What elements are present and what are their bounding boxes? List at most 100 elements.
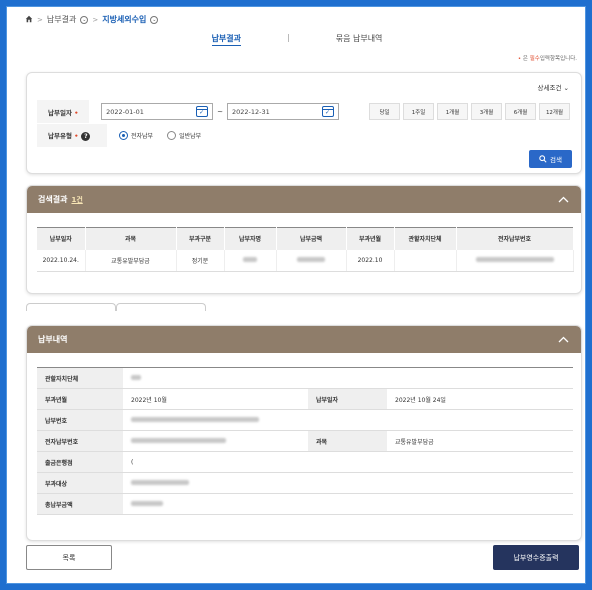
detail-row: 납부번호 [37,409,573,431]
subject-value: 교통유발부담금 [387,430,573,452]
hidden-button-edge [26,303,116,311]
bank-value: ( [123,451,573,473]
cell-authority [394,249,457,272]
target-value [123,472,573,494]
details-header: 납부내역 [27,326,581,353]
col-header: 부과년월 [346,227,395,250]
required-note: • 은 필수입력항목입니다. [517,56,577,62]
payment-details-panel: 납부내역 관할자치단체 부과년월 2022년 10월 납부일자 2022년 10… [26,325,582,541]
levy-period-value: 2022년 10월 [123,388,308,410]
results-count[interactable]: 1건 [71,196,82,204]
search-icon [539,155,547,163]
authority-value [123,367,573,389]
redacted-text [131,500,163,506]
tab-bar: 납부결과 | 묶음 납부내역 [7,33,585,46]
hidden-button-edge [116,303,206,311]
radio-general[interactable]: 일반납부 [167,131,201,140]
date-label: 납부일자 • [48,108,79,117]
cell-date: 2022.10.24. [37,249,86,272]
detail-row: 부과년월 2022년 10월 납부일자 2022년 10월 24일 [37,388,573,410]
home-icon[interactable] [25,15,33,25]
col-header: 부과구분 [176,227,225,250]
radio-selected-icon [119,131,128,140]
cell-kind: 정기분 [176,249,225,272]
list-button[interactable]: 목록 [26,545,112,570]
pay-no-label: 납부번호 [37,409,123,431]
total-label: 총납부금액 [37,493,123,515]
col-header: 납부자명 [224,227,277,250]
period-12month-button[interactable]: 12개월 [539,103,570,120]
breadcrumb: > 납부결과 ⌄ > 지방세외수입 ⌄ [25,14,159,25]
period-today-button[interactable]: 당일 [369,103,400,120]
date-from-field[interactable]: 2022-01-01 [101,103,214,120]
cell-payer [224,249,277,272]
target-label: 부과대상 [37,472,123,494]
pay-date-value: 2022년 10월 24일 [387,388,573,410]
calendar-icon[interactable] [196,106,209,117]
redacted-text [475,256,554,262]
period-buttons: 당일 1주일 1개월 3개월 6개월 12개월 [369,103,573,120]
details-table: 관할자치단체 부과년월 2022년 10월 납부일자 2022년 10월 24일… [37,367,573,515]
detail-row: 관할자치단체 [37,367,573,389]
type-row: 납부유형 •? 전자납부 일반납부 [37,124,573,147]
chevron-down-icon[interactable]: ⌄ [150,15,159,24]
detail-row: 총납부금액 [37,493,573,515]
cell-subject: 교통유발부담금 [85,249,177,272]
authority-label: 관할자치단체 [37,367,123,389]
results-panel: 검색결과 1건 납부일자 과목 부과구분 납부자명 납부금액 부과년월 관할자치단… [26,185,582,294]
redacted-text [131,479,189,485]
chevron-down-icon[interactable]: ⌄ [80,15,89,24]
cell-epay-no [456,249,574,272]
period-1week-button[interactable]: 1주일 [403,103,434,120]
table-header-row: 납부일자 과목 부과구분 납부자명 납부금액 부과년월 관할자치단체 전자납부번… [37,227,574,250]
detail-row: 부과대상 [37,472,573,494]
redacted-text [131,374,141,380]
results-table: 납부일자 과목 부과구분 납부자명 납부금액 부과년월 관할자치단체 전자납부번… [37,227,574,272]
date-to-field[interactable]: 2022-12-31 [227,103,339,120]
period-1month-button[interactable]: 1개월 [437,103,468,120]
col-header: 납부일자 [37,227,86,250]
chevron-right-icon: > [92,15,99,24]
redacted-text [297,256,325,262]
pay-no-value [123,409,573,431]
cell-period: 2022.10 [346,249,395,272]
search-button[interactable]: 검색 [529,150,572,168]
breadcrumb-level2[interactable]: 지방세외수입 [102,14,146,25]
table-row[interactable]: 2022.10.24. 교통유발부담금 정기분 2022.10 [37,249,574,272]
calendar-icon[interactable] [322,106,334,117]
col-header: 납부금액 [276,227,347,250]
date-range-separator: ~ [217,107,223,116]
collapse-icon[interactable] [558,194,569,205]
collapse-icon[interactable] [558,334,569,345]
detail-row: 출금은행점 ( [37,451,573,473]
levy-period-label: 부과년월 [37,388,123,410]
chevron-down-icon: ⌄ [563,84,569,92]
total-value [123,493,573,515]
chevron-right-icon: > [37,15,43,24]
type-label: 납부유형 •? [37,130,107,141]
epay-no-label: 전자납부번호 [37,430,123,452]
col-header: 전자납부번호 [456,227,574,250]
col-header: 과목 [85,227,177,250]
search-panel: 상세조건 ⌄ 납부일자 • 2022-01-01 ~ 2022-12-31 당일… [26,72,582,174]
tab-bundle-payments[interactable]: 묶음 납부내역 [336,33,383,46]
date-row: 납부일자 • 2022-01-01 ~ 2022-12-31 당일 1주일 1개… [37,100,573,123]
radio-unselected-icon [167,131,177,140]
redacted-text [131,416,259,422]
help-icon[interactable]: ? [81,131,91,141]
period-6month-button[interactable]: 6개월 [505,103,536,120]
page-frame: > 납부결과 ⌄ > 지방세외수입 ⌄ 납부결과 | 묶음 납부내역 • 은 필… [6,6,586,584]
breadcrumb-level1[interactable]: 납부결과 [47,14,76,25]
radio-electronic[interactable]: 전자납부 [119,131,153,140]
print-receipt-button[interactable]: 납부영수증출력 [493,545,579,570]
tab-payment-result[interactable]: 납부결과 [211,33,242,46]
detail-conditions-toggle[interactable]: 상세조건 ⌄ [538,82,569,92]
subject-label: 과목 [308,430,387,452]
redacted-text [243,256,257,262]
epay-no-value [123,430,308,452]
details-title: 납부내역 [38,335,68,344]
cell-amount [276,249,347,272]
period-3month-button[interactable]: 3개월 [471,103,502,120]
bank-label: 출금은행점 [37,451,123,473]
results-header: 검색결과 1건 [27,186,581,213]
